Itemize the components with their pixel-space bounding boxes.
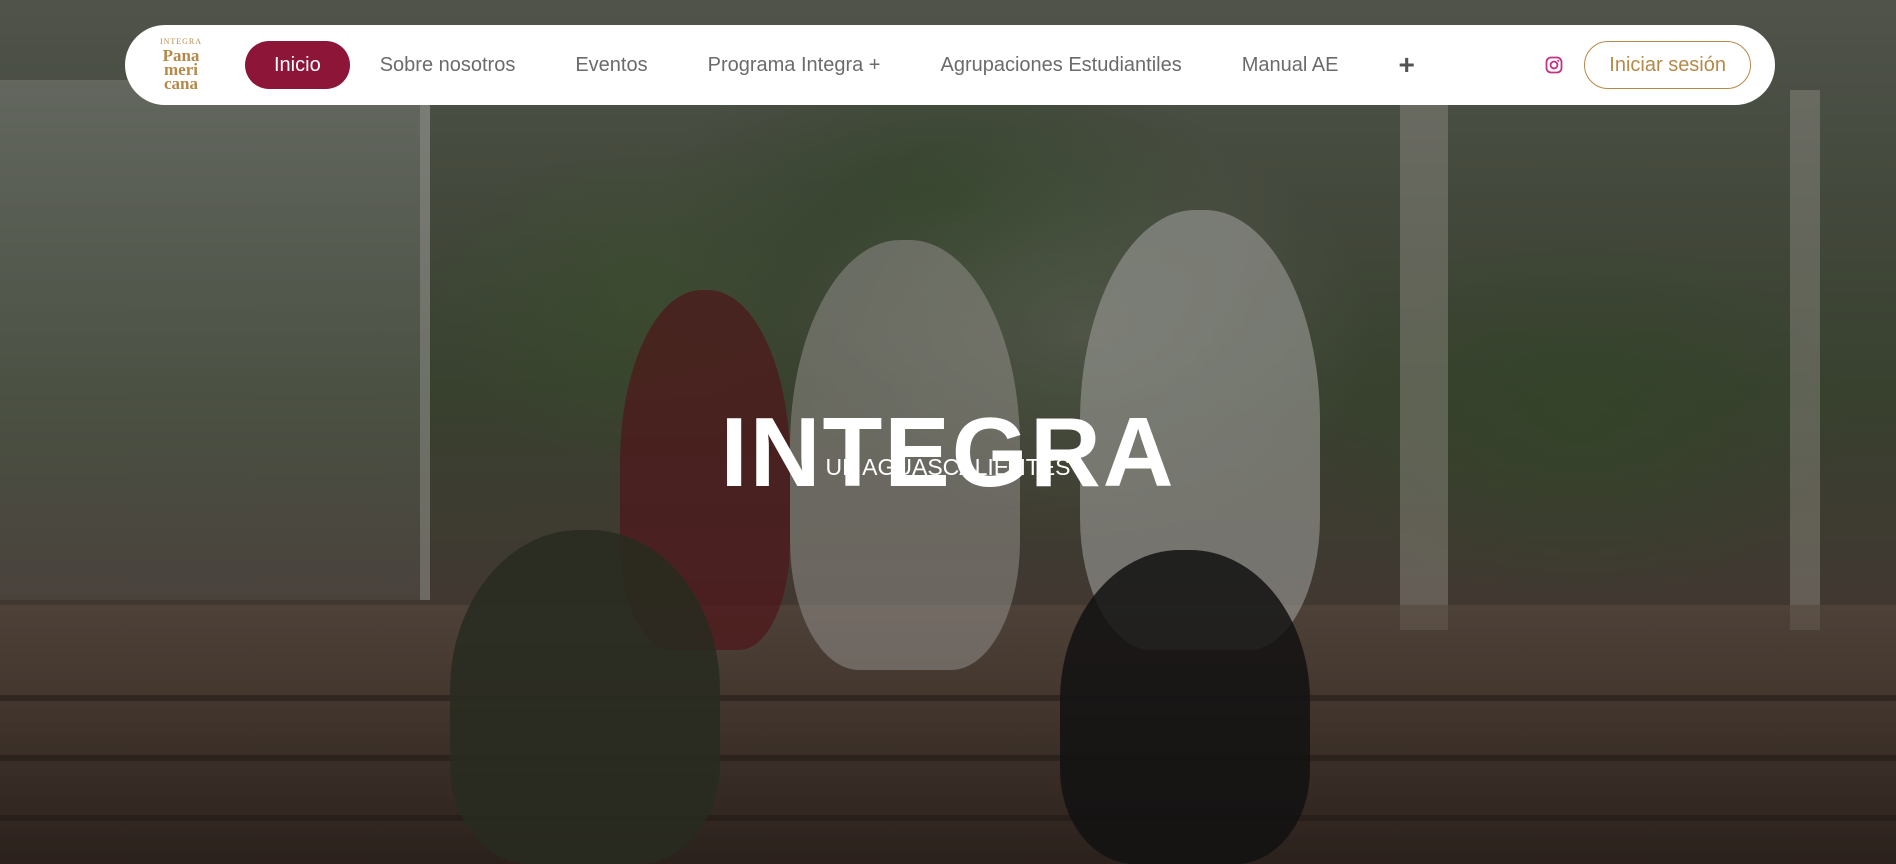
nav-item-manual-ae[interactable]: Manual AE [1212, 41, 1369, 89]
hero-title: INTEGRA [720, 396, 1176, 507]
logo-line: cana [164, 73, 198, 93]
integra-panamericana-logo[interactable]: INTEGRA Pana meri cana [155, 35, 207, 95]
nav-item-agrupaciones-estudiantiles[interactable]: Agrupaciones Estudiantiles [910, 41, 1211, 89]
login-button[interactable]: Iniciar sesión [1584, 41, 1751, 89]
hero-subtitle: UP AGUASCALIENTES [825, 454, 1071, 480]
nav-menu: Inicio Sobre nosotros Eventos Programa I… [245, 41, 1455, 89]
nav-item-inicio[interactable]: Inicio [245, 41, 350, 89]
plus-icon[interactable]: + [1368, 51, 1454, 79]
nav-item-sobre-nosotros[interactable]: Sobre nosotros [350, 41, 546, 89]
logo-small-text: INTEGRA [159, 37, 203, 47]
nav-item-eventos[interactable]: Eventos [545, 41, 677, 89]
nav-item-programa-integra[interactable]: Programa Integra + [678, 41, 911, 89]
instagram-icon[interactable] [1544, 55, 1564, 75]
main-navbar: INTEGRA Pana meri cana Inicio Sobre noso… [125, 25, 1775, 105]
